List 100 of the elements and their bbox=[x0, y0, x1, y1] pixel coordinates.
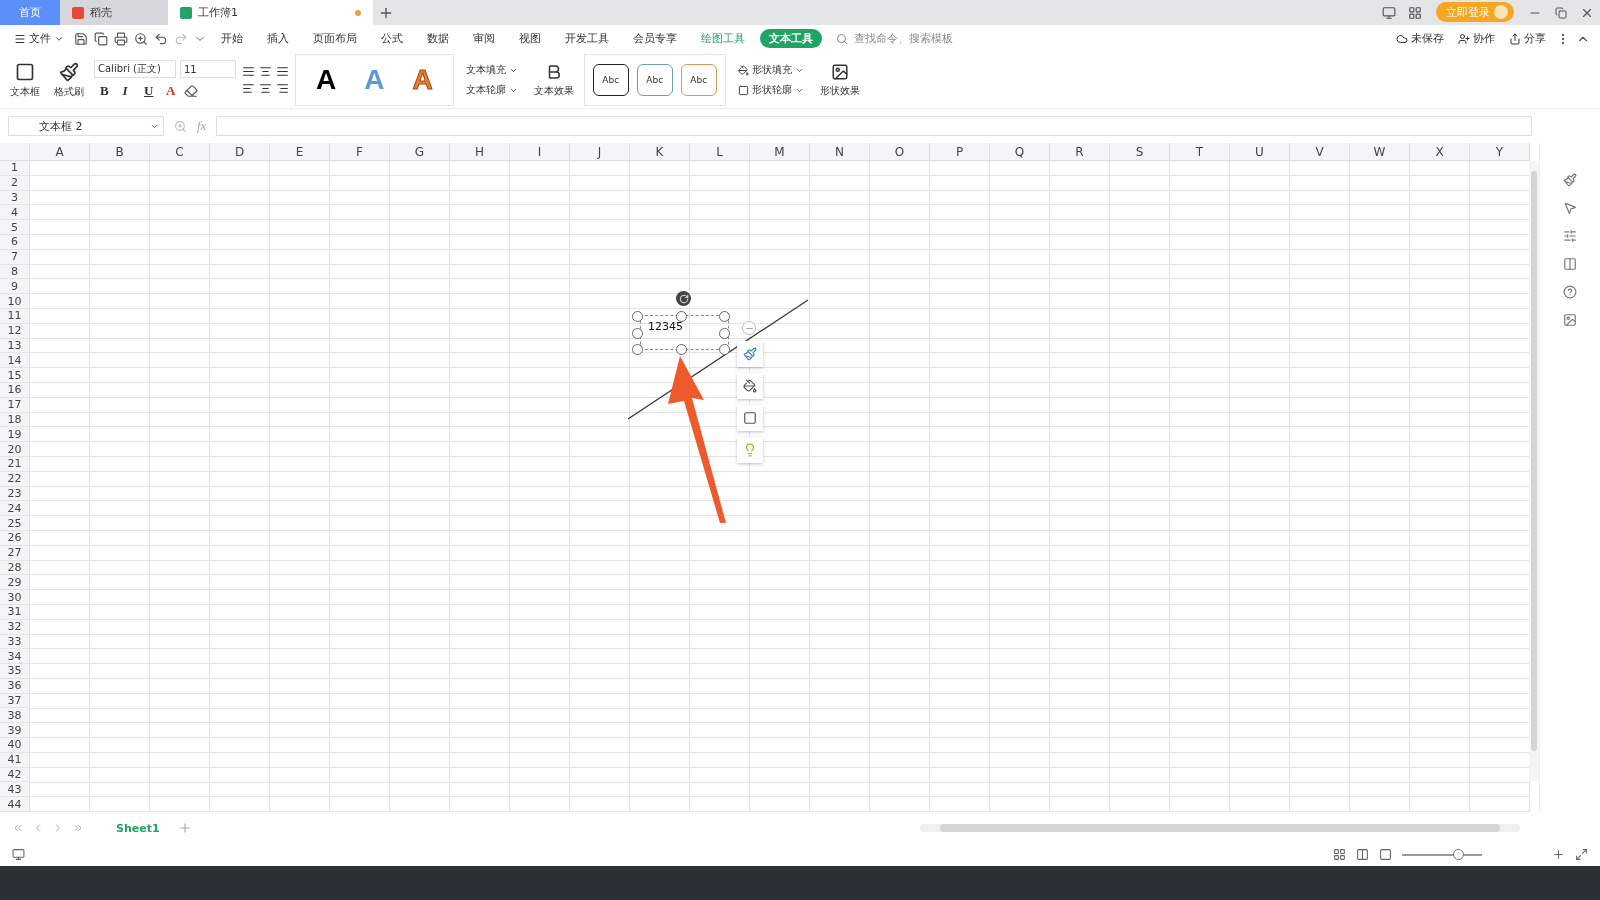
shape-fill-button[interactable]: 形状填充 bbox=[731, 62, 810, 78]
ribbon-tab[interactable]: 视图 bbox=[510, 29, 550, 48]
column-header[interactable]: H bbox=[450, 143, 510, 161]
fill-bucket-button[interactable] bbox=[737, 373, 763, 399]
toolbar-action[interactable]: 分享 bbox=[1503, 30, 1552, 47]
vertical-scrollbar[interactable] bbox=[1529, 161, 1540, 781]
monitor-icon[interactable] bbox=[12, 848, 25, 861]
row-header[interactable]: 39 bbox=[0, 723, 30, 739]
format-painter-button[interactable]: 格式刷 bbox=[50, 61, 88, 99]
format-button[interactable]: U bbox=[138, 82, 156, 100]
restore-icon[interactable] bbox=[1555, 6, 1567, 19]
ribbon-tab[interactable]: 审阅 bbox=[464, 29, 504, 48]
resize-handle[interactable] bbox=[719, 328, 730, 339]
column-header[interactable]: T bbox=[1170, 143, 1230, 161]
row-header[interactable]: 20 bbox=[0, 442, 30, 457]
column-header[interactable]: Q bbox=[990, 143, 1050, 161]
align-left-icon[interactable] bbox=[242, 82, 255, 95]
eraser-icon[interactable] bbox=[184, 84, 198, 98]
resize-handle[interactable] bbox=[632, 328, 643, 339]
column-header[interactable]: S bbox=[1110, 143, 1170, 161]
format-button[interactable]: B bbox=[94, 82, 112, 100]
column-header[interactable]: B bbox=[90, 143, 150, 161]
format-button[interactable]: I bbox=[116, 82, 134, 100]
shape-style-option[interactable]: Abc bbox=[680, 64, 717, 96]
text-outline-button[interactable]: 文本轮廓 bbox=[459, 82, 524, 98]
resize-handle[interactable] bbox=[719, 311, 730, 322]
row-header[interactable]: 1 bbox=[0, 161, 30, 176]
column-header[interactable]: V bbox=[1290, 143, 1350, 161]
align-middle-icon[interactable] bbox=[259, 65, 272, 78]
column-header[interactable]: K bbox=[630, 143, 690, 161]
normal-view-icon[interactable] bbox=[1333, 848, 1346, 861]
column-header[interactable]: D bbox=[210, 143, 270, 161]
column-header[interactable]: J bbox=[570, 143, 630, 161]
rotate-handle[interactable] bbox=[676, 291, 691, 306]
column-header[interactable]: N bbox=[810, 143, 870, 161]
row-header[interactable]: 40 bbox=[0, 738, 30, 753]
fullscreen-icon[interactable] bbox=[1575, 848, 1588, 861]
text-effect-button[interactable]: 文本效果 bbox=[529, 62, 578, 98]
page-layout-icon[interactable] bbox=[1356, 848, 1369, 861]
row-header[interactable]: 5 bbox=[0, 220, 30, 235]
resize-handle[interactable] bbox=[676, 344, 687, 355]
cell-grid[interactable] bbox=[30, 161, 1530, 813]
resize-handle[interactable] bbox=[632, 344, 643, 355]
help-icon[interactable] bbox=[1563, 285, 1577, 299]
collapse-button[interactable] bbox=[742, 321, 756, 335]
shape-style-option[interactable]: Abc bbox=[592, 64, 629, 96]
horizontal-scrollbar[interactable] bbox=[920, 824, 1520, 832]
row-header[interactable]: 30 bbox=[0, 590, 30, 605]
picture-icon[interactable] bbox=[1563, 313, 1577, 327]
row-header[interactable]: 43 bbox=[0, 782, 30, 798]
ribbon-tab[interactable]: 会员专享 bbox=[624, 29, 686, 48]
column-header[interactable]: W bbox=[1350, 143, 1410, 161]
columns-icon[interactable] bbox=[1563, 257, 1577, 271]
document-tab[interactable]: 工作簿1 bbox=[168, 0, 373, 25]
ribbon-tab[interactable]: 数据 bbox=[418, 29, 458, 48]
toolbar-action[interactable]: 协作 bbox=[1452, 30, 1501, 47]
font-size-select[interactable]: 11 bbox=[180, 60, 236, 78]
column-header[interactable]: M bbox=[750, 143, 810, 161]
ribbon-tab[interactable]: 插入 bbox=[258, 29, 298, 48]
export-icon[interactable] bbox=[94, 31, 108, 46]
resize-handle[interactable] bbox=[719, 344, 730, 355]
shape-style-option[interactable]: Abc bbox=[636, 64, 673, 96]
undo-icon[interactable] bbox=[154, 31, 168, 46]
paintbrush-icon[interactable] bbox=[1563, 173, 1577, 187]
column-header[interactable]: P bbox=[930, 143, 990, 161]
text-fill-button[interactable]: 文本填充 bbox=[459, 62, 524, 78]
row-header[interactable]: 38 bbox=[0, 708, 30, 724]
shape-effect-button[interactable]: 形状效果 bbox=[815, 62, 864, 98]
print-icon[interactable] bbox=[114, 31, 128, 46]
ribbon-tab[interactable]: 开始 bbox=[212, 29, 252, 48]
resize-handle[interactable] bbox=[632, 311, 643, 322]
align-top-icon[interactable] bbox=[242, 65, 255, 78]
reading-mode-icon[interactable] bbox=[1382, 5, 1396, 20]
column-header[interactable]: Y bbox=[1470, 143, 1530, 161]
formula-input[interactable] bbox=[216, 116, 1532, 136]
ribbon-tab[interactable]: 页面布局 bbox=[304, 29, 366, 48]
row-header[interactable]: 29 bbox=[0, 575, 30, 591]
format-button[interactable]: A bbox=[160, 82, 178, 100]
shape-outline-button[interactable]: 形状轮廓 bbox=[731, 82, 810, 98]
column-header[interactable]: I bbox=[510, 143, 570, 161]
row-header[interactable]: 24 bbox=[0, 501, 30, 517]
row-header[interactable]: 10 bbox=[0, 294, 30, 309]
pointer-icon[interactable] bbox=[1563, 201, 1577, 215]
page-break-icon[interactable] bbox=[1379, 848, 1392, 861]
row-header[interactable]: 34 bbox=[0, 649, 30, 665]
column-header[interactable]: F bbox=[330, 143, 390, 161]
slider-thumb[interactable] bbox=[1453, 849, 1464, 860]
column-header[interactable]: L bbox=[690, 143, 750, 161]
text-box-text[interactable]: 12345 bbox=[648, 320, 683, 333]
row-header[interactable]: 19 bbox=[0, 427, 30, 443]
column-header[interactable]: X bbox=[1410, 143, 1470, 161]
column-header[interactable]: G bbox=[390, 143, 450, 161]
column-header[interactable]: E bbox=[270, 143, 330, 161]
column-header[interactable]: R bbox=[1050, 143, 1110, 161]
align-bottom-icon[interactable] bbox=[276, 65, 289, 78]
print-preview-icon[interactable] bbox=[134, 31, 148, 46]
save-icon[interactable] bbox=[74, 31, 88, 46]
resize-handle[interactable] bbox=[676, 311, 687, 322]
grid-apps-icon[interactable] bbox=[1408, 5, 1422, 20]
column-header[interactable]: U bbox=[1230, 143, 1290, 161]
